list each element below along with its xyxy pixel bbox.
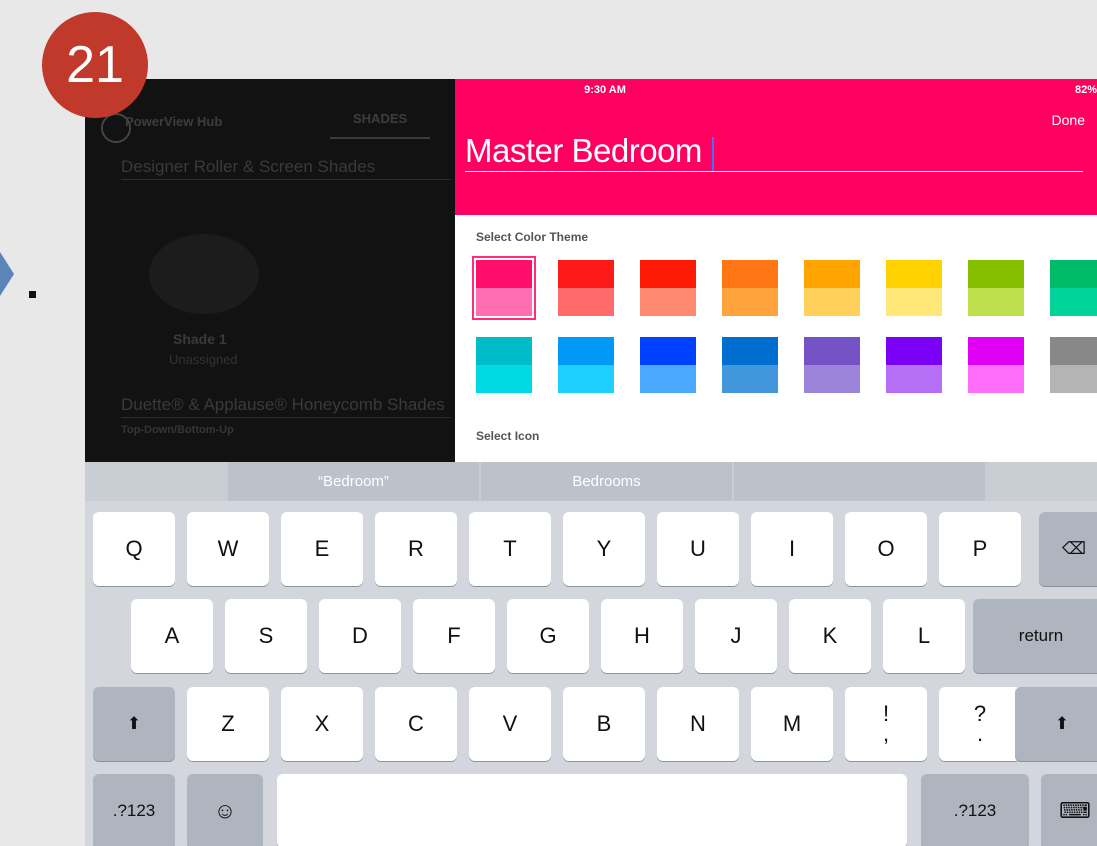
key-m[interactable]: M (751, 687, 833, 761)
key-h[interactable]: H (601, 599, 683, 673)
key-i[interactable]: I (751, 512, 833, 586)
color-swatch[interactable] (968, 337, 1024, 393)
chevron-right-icon (0, 252, 14, 296)
section-subtitle: Top-Down/Bottom-Up (121, 424, 234, 436)
section-title-roller: Designer Roller & Screen Shades (121, 157, 376, 176)
backspace-key[interactable]: ⌫ (1039, 512, 1097, 586)
status-time: 9:30 AM (584, 84, 626, 96)
section-title-honeycomb: Duette® & Applause® Honeycomb Shades (121, 395, 445, 414)
key-f[interactable]: F (413, 599, 495, 673)
onscreen-keyboard: “Bedroom” Bedrooms Q W E R T Y U I O P ⌫ A S D F G H J K Lr… (85, 462, 1097, 846)
color-theme-label: Select Color Theme (476, 230, 589, 244)
key-c[interactable]: C (375, 687, 457, 761)
room-editor-panel: 9:30 AM 82% Done Select Color Theme Sele… (455, 79, 1097, 462)
key-e[interactable]: E (281, 512, 363, 586)
key-o[interactable]: O (845, 512, 927, 586)
key-q[interactable]: Q (93, 512, 175, 586)
icon-label: Select Icon (476, 429, 540, 443)
suggestion-1[interactable]: “Bedroom” (228, 462, 479, 501)
color-swatch[interactable] (1050, 337, 1097, 393)
key-d[interactable]: D (319, 599, 401, 673)
ipad-screen: PowerView Hub SHADES Designer Roller & S… (85, 79, 1097, 846)
divider (121, 179, 451, 180)
room-name-input[interactable] (465, 131, 1083, 172)
battery-level: 82% (1074, 84, 1097, 96)
key-r[interactable]: R (375, 512, 457, 586)
key-j[interactable]: J (695, 599, 777, 673)
color-swatch[interactable] (886, 337, 942, 393)
color-swatch[interactable] (640, 337, 696, 393)
divider (121, 417, 451, 418)
color-swatch[interactable] (1050, 260, 1097, 316)
key-x[interactable]: X (281, 687, 363, 761)
key-s[interactable]: S (225, 599, 307, 673)
suggestion-2[interactable]: Bedrooms (481, 462, 732, 501)
key-u[interactable]: U (657, 512, 739, 586)
step-number-badge: 21 (42, 12, 148, 118)
key-b[interactable]: B (563, 687, 645, 761)
hide-keyboard-key[interactable]: ⌨ (1041, 774, 1097, 846)
shades-panel-dimmed: PowerView Hub SHADES Designer Roller & S… (85, 79, 455, 462)
color-swatch[interactable] (968, 260, 1024, 316)
color-swatch[interactable] (472, 256, 536, 320)
key-w[interactable]: W (187, 512, 269, 586)
emoji-key[interactable]: ☺ (187, 774, 263, 846)
tab-shades: SHADES (353, 111, 408, 126)
color-swatch[interactable] (722, 260, 778, 316)
return-key[interactable]: return (973, 599, 1097, 673)
numbers-key-right[interactable]: .?123 (921, 774, 1029, 846)
exclaim-comma-key[interactable]: ! , (845, 687, 927, 761)
numbers-key-left[interactable]: .?123 (93, 774, 175, 846)
key-g[interactable]: G (507, 599, 589, 673)
color-swatch[interactable] (804, 337, 860, 393)
bullet-marker (29, 291, 36, 298)
key-z[interactable]: Z (187, 687, 269, 761)
color-swatch[interactable] (886, 260, 942, 316)
suggestion-3[interactable] (734, 462, 985, 501)
suggestion-bar: “Bedroom” Bedrooms (85, 462, 1097, 501)
shade-image (149, 234, 259, 314)
key-p[interactable]: P (939, 512, 1021, 586)
text-caret (712, 137, 714, 171)
tab-underline (330, 137, 430, 139)
key-v[interactable]: V (469, 687, 551, 761)
shade-status: Unassigned (169, 352, 238, 367)
color-swatch[interactable] (476, 337, 532, 393)
key-n[interactable]: N (657, 687, 739, 761)
key-t[interactable]: T (469, 512, 551, 586)
hub-label: PowerView Hub (125, 114, 223, 129)
color-swatch[interactable] (558, 337, 614, 393)
key-k[interactable]: K (789, 599, 871, 673)
question-period-key[interactable]: ? . (939, 687, 1021, 761)
shade-name: Shade 1 (173, 331, 227, 347)
shift-key-left[interactable]: ⬆ (93, 687, 175, 761)
shift-key-right[interactable]: ⬆ (1015, 687, 1097, 761)
color-swatch[interactable] (722, 337, 778, 393)
color-swatch[interactable] (558, 260, 614, 316)
key-l[interactable]: L (883, 599, 965, 673)
space-bar[interactable] (277, 774, 907, 846)
color-swatch[interactable] (640, 260, 696, 316)
done-button[interactable]: Done (1052, 112, 1085, 128)
key-a[interactable]: A (131, 599, 213, 673)
key-y[interactable]: Y (563, 512, 645, 586)
color-swatch[interactable] (804, 260, 860, 316)
room-editor-header: 9:30 AM 82% Done (455, 79, 1097, 215)
